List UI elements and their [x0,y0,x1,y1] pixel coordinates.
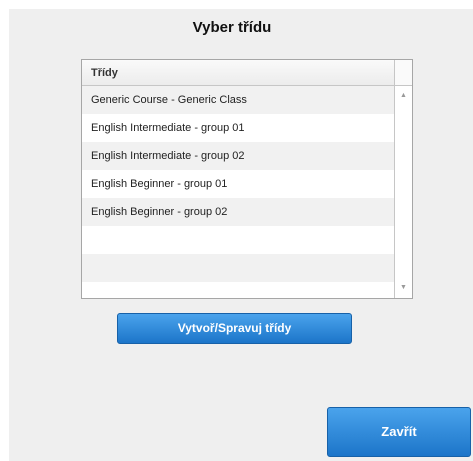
empty-list-row [82,254,394,282]
list-item[interactable]: English Intermediate - group 02 [82,142,394,170]
list-item[interactable]: English Beginner - group 01 [82,170,394,198]
scroll-up-icon[interactable]: ▲ [395,88,412,104]
vertical-scrollbar[interactable]: ▲ ▼ [394,86,412,298]
scroll-down-icon[interactable]: ▼ [395,280,412,296]
list-column-header[interactable]: Třídy [82,60,394,86]
list-rows: Generic Course - Generic Class English I… [82,86,394,282]
list-item[interactable]: Generic Course - Generic Class [82,86,394,114]
dialog-title: Vyber třídu [192,19,272,36]
empty-list-row [82,226,394,254]
list-item[interactable]: English Intermediate - group 01 [82,114,394,142]
list-item[interactable]: English Beginner - group 02 [82,198,394,226]
close-button[interactable]: Zavřít [327,407,471,457]
manage-classes-button[interactable]: Vytvoř/Spravuj třídy [117,313,352,344]
class-listbox[interactable]: Třídy Generic Course - Generic Class Eng… [81,59,413,299]
header-corner [394,60,412,86]
